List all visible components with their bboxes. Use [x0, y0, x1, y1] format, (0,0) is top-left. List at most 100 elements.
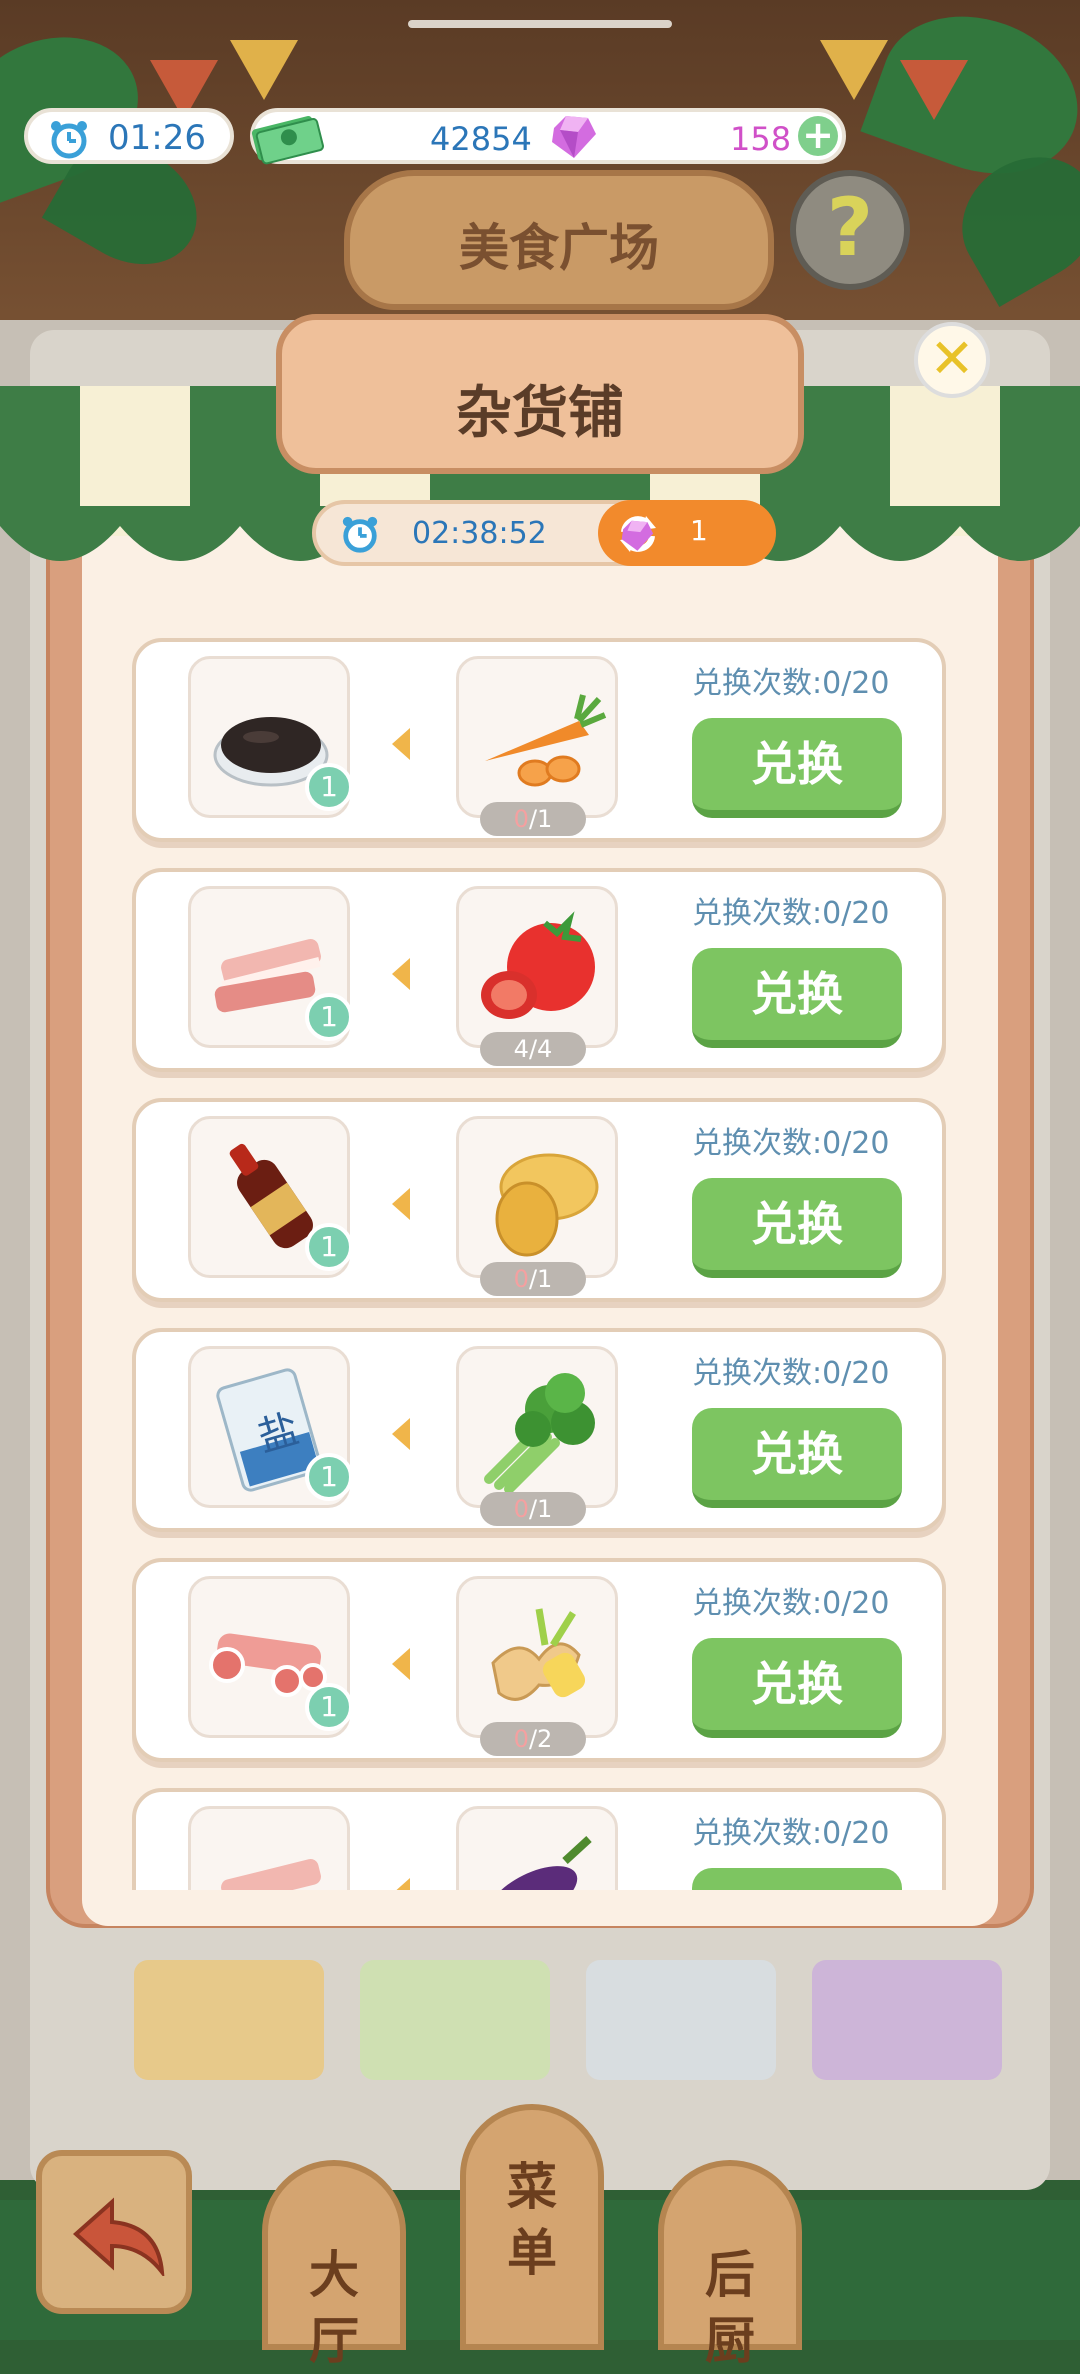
arrow-left-icon: [392, 1878, 410, 1890]
currency-pill: 42854 158 +: [250, 108, 846, 165]
exchange-limit-text: 兑换次数:0/20: [692, 666, 890, 701]
help-button[interactable]: ?: [790, 170, 910, 290]
get-item-slot: [456, 1346, 618, 1508]
arrow-left-icon: [392, 1648, 410, 1680]
arrow-left-icon: [392, 1418, 410, 1450]
exchange-limit-text: 兑换次数:0/20: [692, 1586, 890, 1621]
alarm-clock-icon: [342, 516, 378, 553]
tomato-icon: [481, 911, 595, 1019]
shop-sign: 杂货铺: [276, 314, 804, 474]
dish-card: [812, 1960, 1002, 2080]
owned-count: 0: [513, 1495, 529, 1523]
shop-list: 1 0/1 兑换次数:0/20 兑换 1 4/4 兑换次数:0/20 兑换 1 …: [82, 520, 998, 1890]
owned-quantity: 0/1: [480, 1262, 586, 1296]
bunting-flag: [230, 40, 298, 100]
tab-hall-label-2: 厅: [309, 2312, 359, 2370]
dish-card: [360, 1960, 550, 2080]
owned-quantity: 0/2: [480, 1722, 586, 1756]
exchange-button[interactable]: [692, 1868, 902, 1890]
close-button[interactable]: ✕: [914, 322, 990, 398]
carrot-icon: [485, 694, 607, 787]
owned-count: 0: [513, 805, 529, 833]
exchange-row: 兑换次数:0/20: [132, 1788, 946, 1890]
owned-quantity: 4/4: [480, 1032, 586, 1066]
give-qty-badge: 1: [305, 763, 353, 811]
tab-kitchen-label-2: 厨: [705, 2312, 755, 2370]
give-item-slot: 1: [188, 886, 353, 1048]
exchange-button[interactable]: 兑换: [692, 718, 902, 818]
exchange-limit-text: 兑换次数:0/20: [692, 896, 890, 931]
potato-icon: [495, 1153, 599, 1257]
timer-pill: 01:26: [24, 108, 234, 164]
exchange-row: 1 0/1 兑换次数:0/20 兑换: [132, 638, 946, 842]
give-qty-badge: 1: [305, 1683, 353, 1731]
location-title: 美食广场: [459, 219, 659, 277]
dish-card: [586, 1960, 776, 2080]
tab-menu-label-1: 菜: [507, 2158, 557, 2216]
refresh-countdown: 02:38:52: [412, 516, 547, 551]
refresh-bar: 02:38:52 1: [312, 500, 776, 566]
gem-amount: 158: [730, 120, 792, 158]
owned-count: 4: [513, 1035, 529, 1063]
give-qty-badge: 1: [305, 1223, 353, 1271]
owned-count: 0: [513, 1265, 529, 1293]
get-item-slot: [456, 1116, 618, 1278]
celery-icon: [484, 1373, 595, 1494]
back-arrow-icon: [72, 2197, 165, 2276]
cash-stack-icon: [251, 116, 324, 165]
required-count: 1: [537, 1495, 553, 1523]
give-item-slot: [188, 1806, 350, 1890]
tab-hall[interactable]: 大 厅: [262, 2160, 406, 2370]
exchange-row: 1 4/4 兑换次数:0/20 兑换: [132, 868, 946, 1072]
required-count: 4: [537, 1035, 553, 1063]
required-count: 1: [537, 1265, 553, 1293]
exchange-limit-text: 兑换次数:0/20: [692, 1816, 890, 1851]
shop-list-panel: 1 0/1 兑换次数:0/20 兑换 1 4/4 兑换次数:0/20 兑换 1 …: [82, 520, 998, 1926]
timer-text: 01:26: [108, 118, 206, 158]
tab-menu[interactable]: 菜 单: [460, 2104, 604, 2350]
exchange-row: 1 0/2 兑换次数:0/20 兑换: [132, 1558, 946, 1762]
tab-menu-label-2: 单: [507, 2224, 557, 2282]
eggplant-icon: [488, 1836, 592, 1890]
ginger-icon: [491, 1608, 586, 1701]
owned-quantity: 0/1: [480, 802, 586, 836]
give-item-slot: 1: [188, 1576, 353, 1738]
give-item-slot: 1: [188, 656, 353, 818]
get-item-slot: [456, 1576, 618, 1738]
home-indicator: [408, 20, 672, 28]
add-gems-button[interactable]: +: [798, 116, 838, 156]
bunting-flag: [900, 60, 968, 120]
owned-quantity: 0/1: [480, 1492, 586, 1526]
tab-kitchen[interactable]: 后 厨: [658, 2160, 802, 2370]
give-item-slot: 盐 1: [188, 1346, 353, 1508]
pork-belly-icon: [221, 1858, 321, 1890]
give-item-slot: 1: [188, 1116, 353, 1278]
required-count: 2: [537, 1725, 553, 1753]
exchange-button[interactable]: 兑换: [692, 1178, 902, 1278]
refresh-button[interactable]: 1: [598, 500, 776, 566]
required-count: 1: [537, 805, 553, 833]
tab-hall-label-1: 大: [309, 2246, 359, 2304]
arrow-left-icon: [392, 728, 410, 760]
get-item-slot: [456, 1806, 618, 1890]
exchange-row: 1 0/1 兑换次数:0/20 兑换: [132, 1098, 946, 1302]
location-sign: 美食广场: [344, 170, 774, 310]
alarm-clock-icon: [51, 121, 87, 159]
exchange-button[interactable]: 兑换: [692, 1638, 902, 1738]
exchange-limit-text: 兑换次数:0/20: [692, 1126, 890, 1161]
get-item-slot: [456, 656, 618, 818]
arrow-left-icon: [392, 1188, 410, 1220]
dish-card: [134, 1960, 324, 2080]
tab-kitchen-label-1: 后: [705, 2246, 755, 2304]
exchange-row: 盐 1 0/1 兑换次数:0/20 兑换: [132, 1328, 946, 1532]
back-button[interactable]: [36, 2150, 192, 2314]
exchange-button[interactable]: 兑换: [692, 1408, 902, 1508]
exchange-button[interactable]: 兑换: [692, 948, 902, 1048]
give-qty-badge: 1: [305, 993, 353, 1041]
get-item-slot: [456, 886, 618, 1048]
arrow-left-icon: [392, 958, 410, 990]
shop-title: 杂货铺: [456, 381, 624, 446]
purple-gem-icon: [621, 520, 654, 551]
cash-amount: 42854: [430, 120, 532, 158]
give-qty-badge: 1: [305, 1453, 353, 1501]
